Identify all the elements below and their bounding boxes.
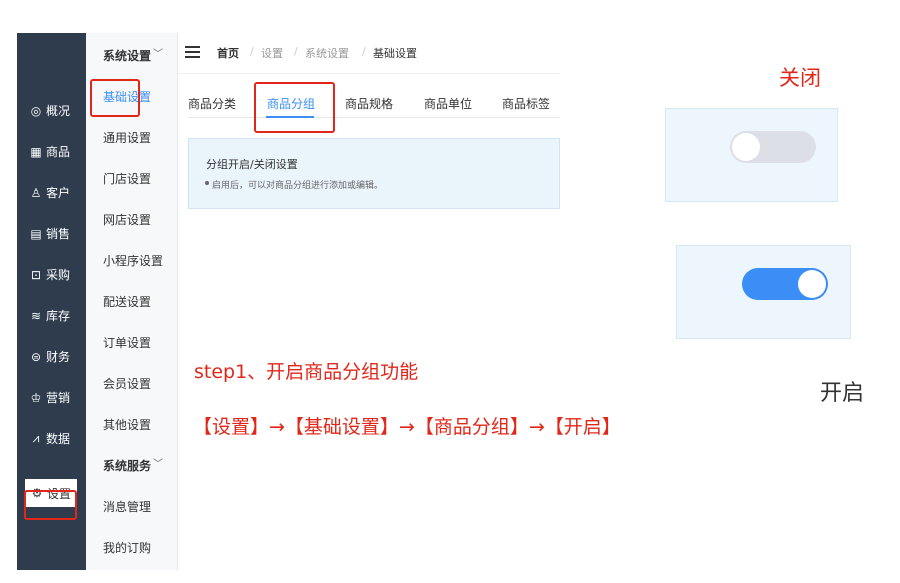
sidebar-item-label: 概况 (46, 104, 71, 118)
group-toggle-off[interactable] (730, 131, 816, 163)
subnav-item-6[interactable]: 订单设置 (103, 334, 151, 351)
layers-icon: ≋ (30, 308, 42, 323)
subnav-item-3[interactable]: 网店设置 (103, 211, 151, 228)
breadcrumb-home[interactable]: 首页 (217, 45, 239, 61)
sidebar-item-user[interactable]: ♙ 客户 (17, 172, 86, 213)
top-header: 首页 / 设置 / 系统设置 / 基础设置 (177, 33, 560, 74)
breadcrumb-system-settings[interactable]: 系统设置 (305, 45, 349, 61)
user-icon: ♙ (30, 185, 42, 200)
tab-tag[interactable]: 商品标签 (502, 95, 550, 112)
main-sidebar: ◎ 概况 ▦ 商品 ♙ 客户 ▤ 销售 ⊡ 采购 ≋ 库存 ⊜ 财务 ♔ 营销 ⩘ 数据 ⚙ 设置 (17, 33, 86, 570)
sidebar-item-layers[interactable]: ≋ 库存 (17, 295, 86, 336)
highlight-tab-group (254, 82, 335, 133)
step-annotation: step1、开启商品分组功能 (194, 361, 419, 383)
sidebar-item-label: 营销 (46, 391, 71, 405)
subnav-item-subscriptions[interactable]: 我的订购 (103, 539, 151, 556)
chevron-down-icon: ﹀ (153, 49, 163, 60)
breadcrumb-sep: / (250, 45, 254, 58)
subnav-item-messages[interactable]: 消息管理 (103, 498, 151, 515)
clipboard-icon: ▤ (30, 226, 42, 241)
notice-box (188, 138, 560, 209)
chevron-down-icon: ﹀ (153, 459, 163, 470)
subnav-item-4[interactable]: 小程序设置 (103, 252, 163, 269)
sidebar-item-label: 数据 (46, 432, 71, 446)
menu-icon[interactable] (185, 46, 200, 58)
highlight-settings (24, 490, 77, 520)
grid-icon: ▦ (30, 144, 42, 159)
path-annotation: 【设置】→【基础设置】→【商品分组】→【开启】 (193, 416, 621, 438)
sidebar-item-label: 客户 (46, 186, 71, 200)
tab-unit[interactable]: 商品单位 (424, 95, 472, 112)
toggle-knob (732, 133, 760, 161)
sidebar-item-label: 财务 (46, 350, 71, 364)
tab-category[interactable]: 商品分类 (188, 95, 236, 112)
sidebar-item-currency[interactable]: ⊜ 财务 (17, 336, 86, 377)
sidebar-item-label: 销售 (46, 227, 71, 241)
sidebar-item-crown[interactable]: ♔ 营销 (17, 377, 86, 418)
breadcrumb-settings[interactable]: 设置 (261, 45, 283, 61)
sidebar-item-cart[interactable]: ⊡ 采购 (17, 254, 86, 295)
currency-icon: ⊜ (30, 349, 42, 364)
subnav-item-5[interactable]: 配送设置 (103, 293, 151, 310)
subnav-group-system-settings[interactable]: 系统设置 (103, 47, 151, 64)
settings-subnav: 系统设置 ﹀ 基础设置 通用设置 门店设置 网店设置 小程序设置 配送设置 订单设置 会员设置 其他… (86, 33, 178, 570)
sidebar-item-label: 库存 (46, 309, 71, 323)
notice-title: 分组开启/关闭设置 (206, 158, 298, 171)
sidebar-item-clipboard[interactable]: ▤ 销售 (17, 213, 86, 254)
toggle-knob (798, 270, 826, 298)
highlight-basic-settings (90, 79, 140, 117)
on-label: 开启 (820, 381, 865, 406)
breadcrumb-current: 基础设置 (373, 47, 417, 60)
bullet-icon (205, 181, 209, 185)
subnav-item-8[interactable]: 其他设置 (103, 416, 151, 433)
sidebar-item-chart[interactable]: ⩘ 数据 (17, 418, 86, 459)
subnav-group-system-service[interactable]: 系统服务 (103, 457, 151, 474)
tab-spec[interactable]: 商品规格 (345, 95, 393, 112)
sidebar-item-grid[interactable]: ▦ 商品 (17, 131, 86, 172)
dashboard-icon: ◎ (30, 103, 42, 118)
group-toggle-on[interactable] (742, 268, 828, 300)
subnav-item-2[interactable]: 门店设置 (103, 170, 151, 187)
subnav-item-1[interactable]: 通用设置 (103, 129, 151, 146)
cart-icon: ⊡ (30, 267, 42, 282)
off-label: 关闭 (779, 66, 821, 90)
sidebar-item-dashboard[interactable]: ◎ 概况 (17, 90, 86, 131)
sidebar-item-label: 商品 (46, 145, 71, 159)
crown-icon: ♔ (30, 390, 42, 405)
subnav-item-7[interactable]: 会员设置 (103, 375, 151, 392)
chart-icon: ⩘ (32, 431, 40, 445)
sidebar-item-label: 采购 (46, 268, 71, 282)
notice-description: 启用后，可以对商品分组进行添加或编辑。 (212, 181, 384, 191)
breadcrumb-sep: / (362, 45, 366, 58)
tabs-divider (188, 117, 560, 118)
breadcrumb-sep: / (294, 45, 298, 58)
